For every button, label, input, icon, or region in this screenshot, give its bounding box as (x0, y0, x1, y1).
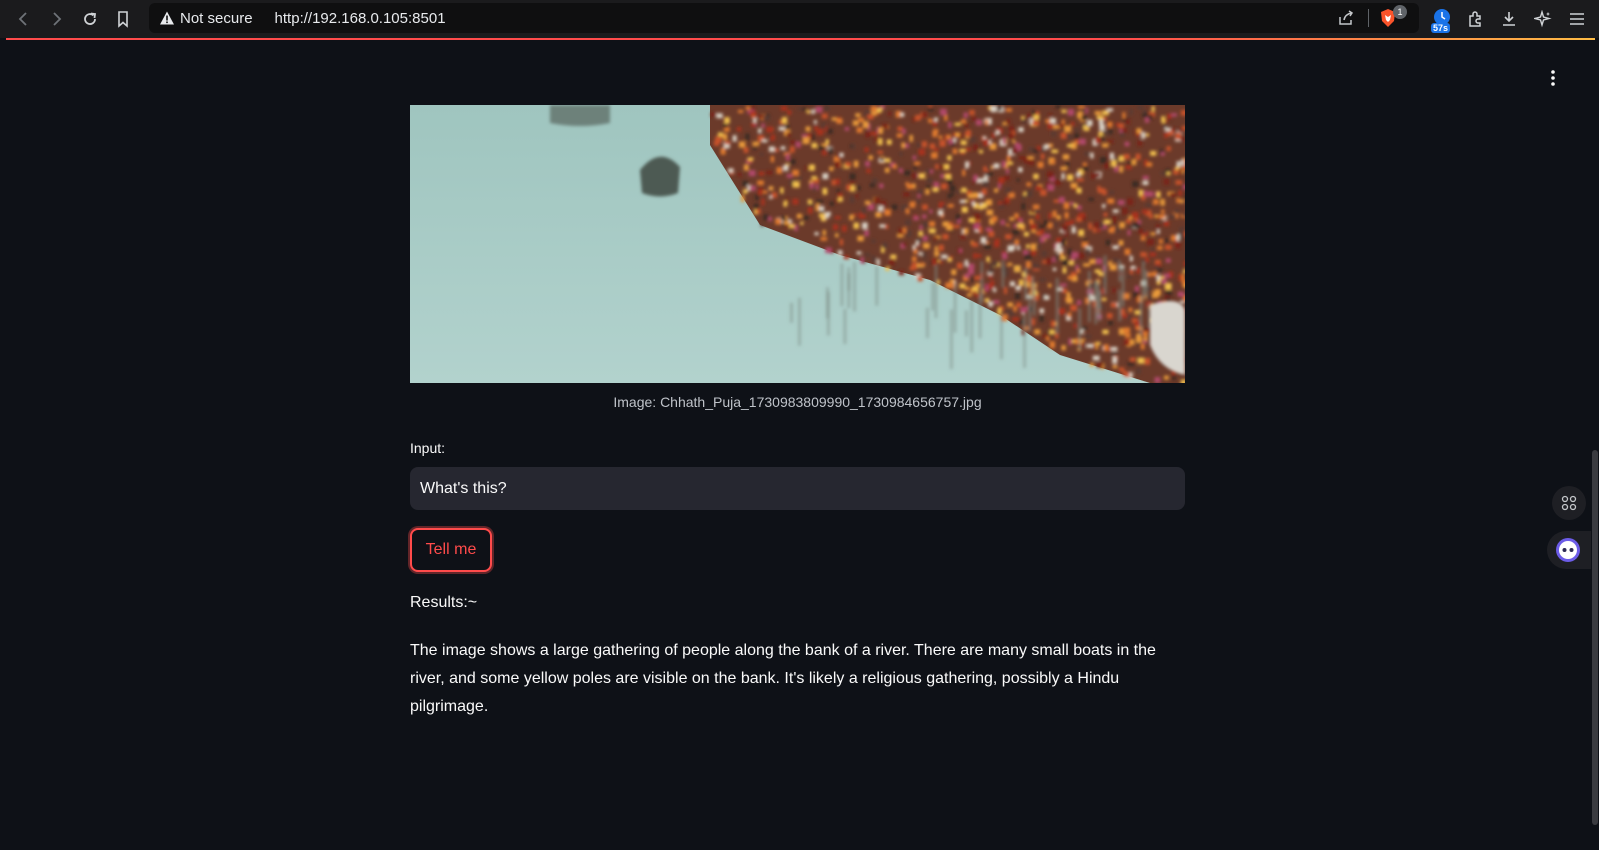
menu-icon[interactable] (1563, 5, 1591, 33)
main-menu-icon[interactable] (1543, 68, 1563, 88)
share-icon[interactable] (1337, 9, 1355, 27)
extensions-icon[interactable] (1461, 5, 1489, 33)
tell-me-button[interactable]: Tell me (410, 528, 492, 572)
top-accent-bar (6, 38, 1595, 40)
apps-grid-icon (1561, 495, 1577, 511)
forward-icon[interactable] (42, 5, 70, 33)
bookmark-icon[interactable] (109, 5, 137, 33)
input-label: Input: (410, 440, 446, 456)
back-icon[interactable] (10, 5, 38, 33)
floating-apps-button[interactable] (1552, 486, 1586, 520)
query-input[interactable] (410, 467, 1185, 510)
security-label[interactable]: Not secure (180, 10, 253, 27)
assistant-bot-icon (1556, 538, 1580, 562)
url-text[interactable]: http://192.168.0.105:8501 (275, 10, 446, 27)
result-text: The image shows a large gathering of peo… (410, 642, 1156, 715)
browser-toolbar: Not secure http://192.168.0.105:8501 1 5… (0, 0, 1599, 38)
download-icon[interactable] (1495, 5, 1523, 33)
leo-ai-icon[interactable] (1529, 5, 1557, 33)
extension-badge: 57s (1431, 23, 1451, 33)
address-bar[interactable]: Not secure http://192.168.0.105:8501 1 (149, 3, 1419, 33)
toolbar-separator (1368, 9, 1369, 27)
extension-timer-icon[interactable]: 57s (1429, 6, 1455, 33)
warning-icon (160, 11, 174, 25)
brave-badge: 1 (1393, 5, 1407, 19)
image-caption: Image: Chhath_Puja_1730983809990_1730984… (613, 394, 982, 410)
reload-icon[interactable] (76, 5, 104, 33)
results-label: Results:~ (410, 594, 478, 611)
scrollbar-thumb[interactable] (1592, 450, 1598, 825)
uploaded-image (410, 105, 1185, 383)
